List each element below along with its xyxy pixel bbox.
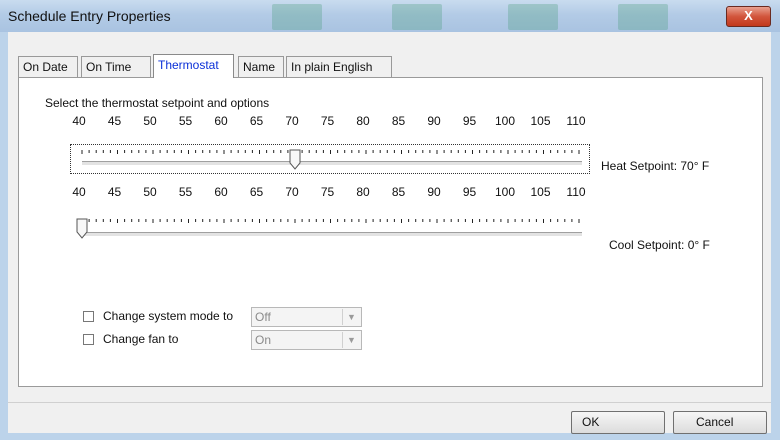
tab-on-time[interactable]: On Time — [81, 56, 151, 77]
cool-slider-thumb[interactable] — [76, 218, 88, 240]
dialog-client-area: On Date On Time Thermostat Name In plain… — [8, 32, 771, 434]
background-glow — [392, 4, 442, 30]
fan-checkbox[interactable] — [83, 334, 94, 345]
fan-value: On — [255, 333, 272, 347]
fan-label: Change fan to — [103, 332, 179, 346]
background-glow — [508, 4, 558, 30]
system-mode-checkbox[interactable] — [83, 311, 94, 322]
cool-slider-track[interactable] — [82, 232, 582, 237]
chevron-down-icon: ▼ — [342, 332, 360, 348]
button-bar: OK Cancel — [8, 402, 771, 434]
tab-name[interactable]: Name — [238, 56, 284, 77]
thermostat-panel: Select the thermostat setpoint and optio… — [18, 77, 763, 387]
tab-thermostat[interactable]: Thermostat — [153, 54, 234, 78]
system-mode-value: Off — [255, 310, 271, 324]
cancel-button[interactable]: Cancel — [673, 411, 767, 434]
system-mode-select[interactable]: Off ▼ — [251, 307, 362, 327]
background-glow — [272, 4, 322, 30]
window-title: Schedule Entry Properties — [8, 8, 171, 24]
fan-select[interactable]: On ▼ — [251, 330, 362, 350]
cool-setpoint-label: Cool Setpoint: 0° F — [609, 238, 710, 252]
close-icon: X — [744, 8, 753, 23]
ok-button[interactable]: OK — [571, 411, 665, 434]
dialog-window: Schedule Entry Properties X On Date On T… — [0, 0, 780, 440]
tab-in-plain-english[interactable]: In plain English — [286, 56, 392, 77]
title-bar[interactable]: Schedule Entry Properties X — [0, 0, 780, 32]
system-mode-label: Change system mode to — [103, 309, 234, 323]
background-glow — [618, 4, 668, 30]
chevron-down-icon: ▼ — [342, 309, 360, 325]
tab-on-date[interactable]: On Date — [18, 56, 78, 77]
close-button[interactable]: X — [726, 6, 771, 27]
